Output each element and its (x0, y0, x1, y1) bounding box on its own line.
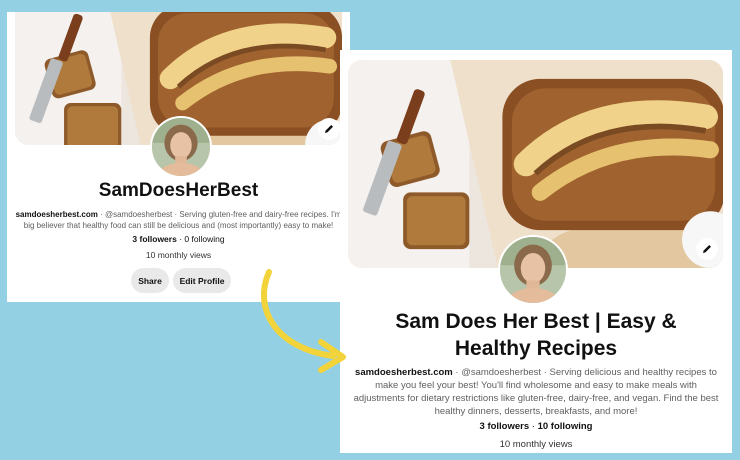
profile-name: Sam Does Her Best | Easy & Healthy Recip… (395, 310, 677, 360)
avatar[interactable] (498, 235, 568, 305)
monthly-views: 10 monthly views (499, 439, 573, 450)
followers-link[interactable]: 3 followers (132, 234, 176, 244)
share-button[interactable]: Share (131, 268, 169, 293)
edit-profile-button[interactable]: Edit Profile (173, 268, 231, 293)
followers-link[interactable]: 3 followers (480, 421, 530, 432)
bio-separator: · (452, 367, 462, 378)
stat-separator: · (529, 421, 538, 432)
following-link[interactable]: 0 following (184, 234, 224, 244)
website-link[interactable]: samdoesherbest.com (355, 367, 453, 378)
profile-handle: @samdoesherbest (461, 367, 542, 378)
pencil-icon[interactable] (696, 238, 718, 260)
profile-name: SamDoesHerBest (98, 180, 259, 201)
curved-arrow-icon (261, 269, 346, 373)
website-link[interactable]: samdoesherbest.com (16, 210, 98, 219)
profile-stats: 3 followers · 0 following (7, 234, 350, 244)
profile-card-before: SamDoesHerBest samdoesherbest.com · @sam… (7, 12, 350, 302)
bio-separator: · (97, 210, 105, 219)
profile-bio: samdoesherbest.com · @samdoesherbest · S… (352, 366, 720, 418)
following-link[interactable]: 10 following (538, 421, 593, 432)
profile-handle: @samdoesherbest (104, 210, 173, 219)
bio-separator: · (541, 367, 550, 378)
profile-bio: samdoesherbest.com · @samdoesherbest · S… (15, 209, 342, 231)
pencil-icon[interactable] (318, 118, 340, 140)
profile-card-after: Sam Does Her Best | Easy & Healthy Recip… (340, 50, 732, 453)
profile-stats: 3 followers · 10 following (340, 421, 732, 432)
monthly-views: 10 monthly views (145, 250, 212, 260)
avatar[interactable] (150, 116, 212, 178)
